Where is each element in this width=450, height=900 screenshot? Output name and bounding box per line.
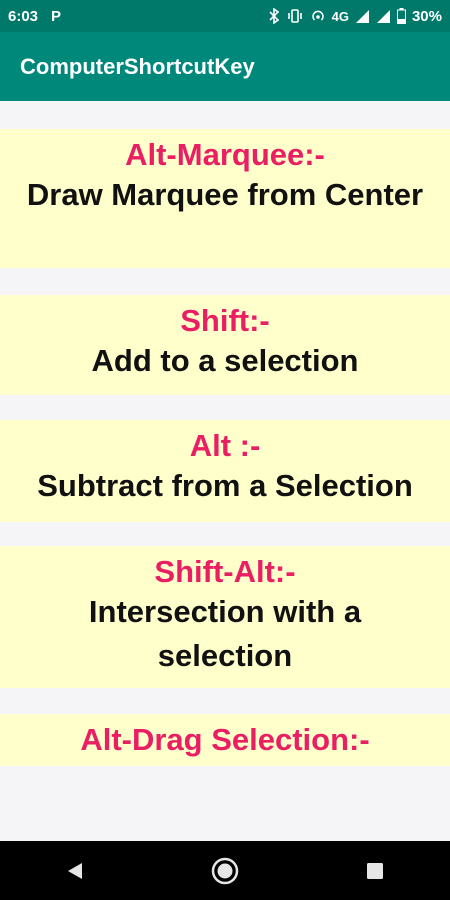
parking-p-icon: P bbox=[51, 7, 62, 25]
recents-icon[interactable] bbox=[345, 846, 405, 896]
list-item[interactable]: Shift:- Add to a selection bbox=[0, 295, 450, 395]
vibrate-icon bbox=[286, 8, 304, 24]
shortcut-list[interactable]: Alt-Marquee:- Draw Marquee from Center S… bbox=[0, 101, 450, 841]
network-type: 4G bbox=[331, 8, 349, 24]
hotspot-icon bbox=[310, 8, 326, 24]
shortcut-description: Add to a selection bbox=[91, 343, 359, 378]
signal-icon-2 bbox=[376, 9, 391, 24]
signal-icon bbox=[355, 9, 370, 24]
shortcut-key: Shift-Alt:- bbox=[154, 554, 296, 589]
list-item[interactable]: Shift-Alt:- Intersection with a selectio… bbox=[0, 546, 450, 688]
app-title: ComputerShortcutKey bbox=[20, 53, 255, 79]
home-icon[interactable] bbox=[195, 846, 255, 896]
shortcut-description: Intersection with a selection bbox=[88, 594, 362, 673]
shortcut-description: Draw Marquee from Center bbox=[26, 177, 424, 212]
status-time: 6:03 bbox=[8, 7, 39, 25]
shortcut-key: Alt-Drag Selection:- bbox=[80, 722, 370, 757]
navigation-bar bbox=[0, 841, 450, 900]
app-bar: ComputerShortcutKey bbox=[0, 32, 450, 101]
list-item[interactable]: Alt-Drag Selection:- bbox=[0, 714, 450, 766]
list-item[interactable]: Alt-Marquee:- Draw Marquee from Center bbox=[0, 129, 450, 268]
bluetooth-icon bbox=[268, 8, 280, 24]
battery-icon bbox=[396, 8, 406, 24]
back-icon[interactable] bbox=[45, 846, 105, 896]
shortcut-key: Alt :- bbox=[189, 428, 261, 463]
battery-percent: 30% bbox=[411, 7, 442, 25]
status-bar: 6:03 P 4G 30% bbox=[0, 0, 450, 32]
shortcut-description: Subtract from a Selection bbox=[37, 468, 413, 503]
shortcut-key: Shift:- bbox=[180, 303, 270, 338]
shortcut-key: Alt-Marquee:- bbox=[125, 137, 325, 172]
list-item[interactable]: Alt :- Subtract from a Selection bbox=[0, 420, 450, 522]
